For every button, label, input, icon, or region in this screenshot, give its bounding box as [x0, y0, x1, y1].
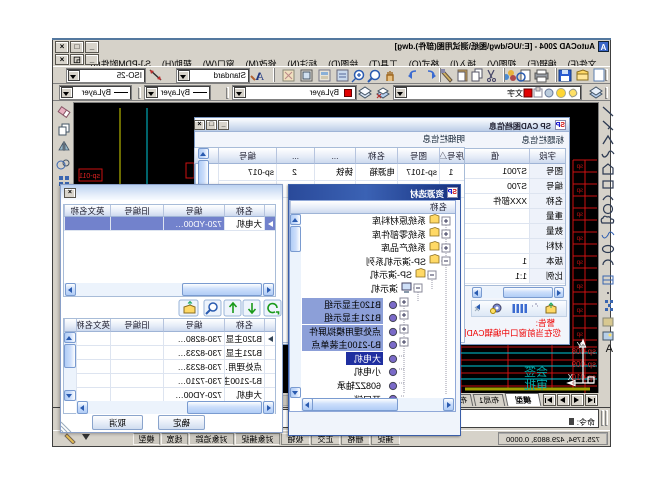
svg-text:sp: sp — [576, 188, 583, 194]
svg-text:sp: sp — [576, 212, 583, 218]
svg-text:sp: sp — [576, 332, 583, 338]
svg-text:审批: 审批 — [524, 377, 548, 392]
svg-text:开口销: 开口销 — [354, 394, 381, 398]
svg-text:A: A — [605, 343, 613, 354]
svg-text:系统产品库: 系统产品库 — [381, 242, 426, 253]
svg-text:会签: 会签 — [524, 364, 548, 379]
svg-text:sp: sp — [576, 284, 583, 290]
svg-text:sp: sp — [576, 308, 583, 314]
svg-text:小电机: 小电机 — [354, 366, 381, 377]
svg-text:SP-演示机系列: SP-演示机系列 — [366, 256, 426, 267]
svg-text:SP-演示机: SP-演示机 — [370, 269, 412, 280]
svg-text:系统原材料库: 系统原材料库 — [372, 215, 426, 226]
svg-text:B120主显示组: B120主显示组 — [324, 299, 381, 310]
svg-text:Y: Y — [576, 341, 582, 350]
svg-text:系统零部件库: 系统零部件库 — [372, 229, 426, 240]
svg-text:点处理用模拟屏件: 点处理用模拟屏件 — [309, 326, 381, 337]
svg-text:sp: sp — [576, 164, 583, 170]
svg-text:sp: sp — [576, 260, 583, 266]
svg-text:A: A — [255, 69, 264, 83]
svg-text:BJ-2100主装单点: BJ-2100主装单点 — [311, 339, 381, 350]
svg-text:大电机: 大电机 — [354, 353, 381, 364]
svg-text:sp: sp — [576, 236, 583, 242]
svg-text:608ZZ轴承: 608ZZ轴承 — [337, 380, 381, 391]
svg-text:演示机: 演示机 — [371, 283, 398, 294]
svg-text:sp-011: sp-011 — [79, 173, 100, 180]
svg-text:B121主显示组: B121主显示组 — [324, 312, 381, 323]
svg-text:X: X — [567, 373, 573, 382]
